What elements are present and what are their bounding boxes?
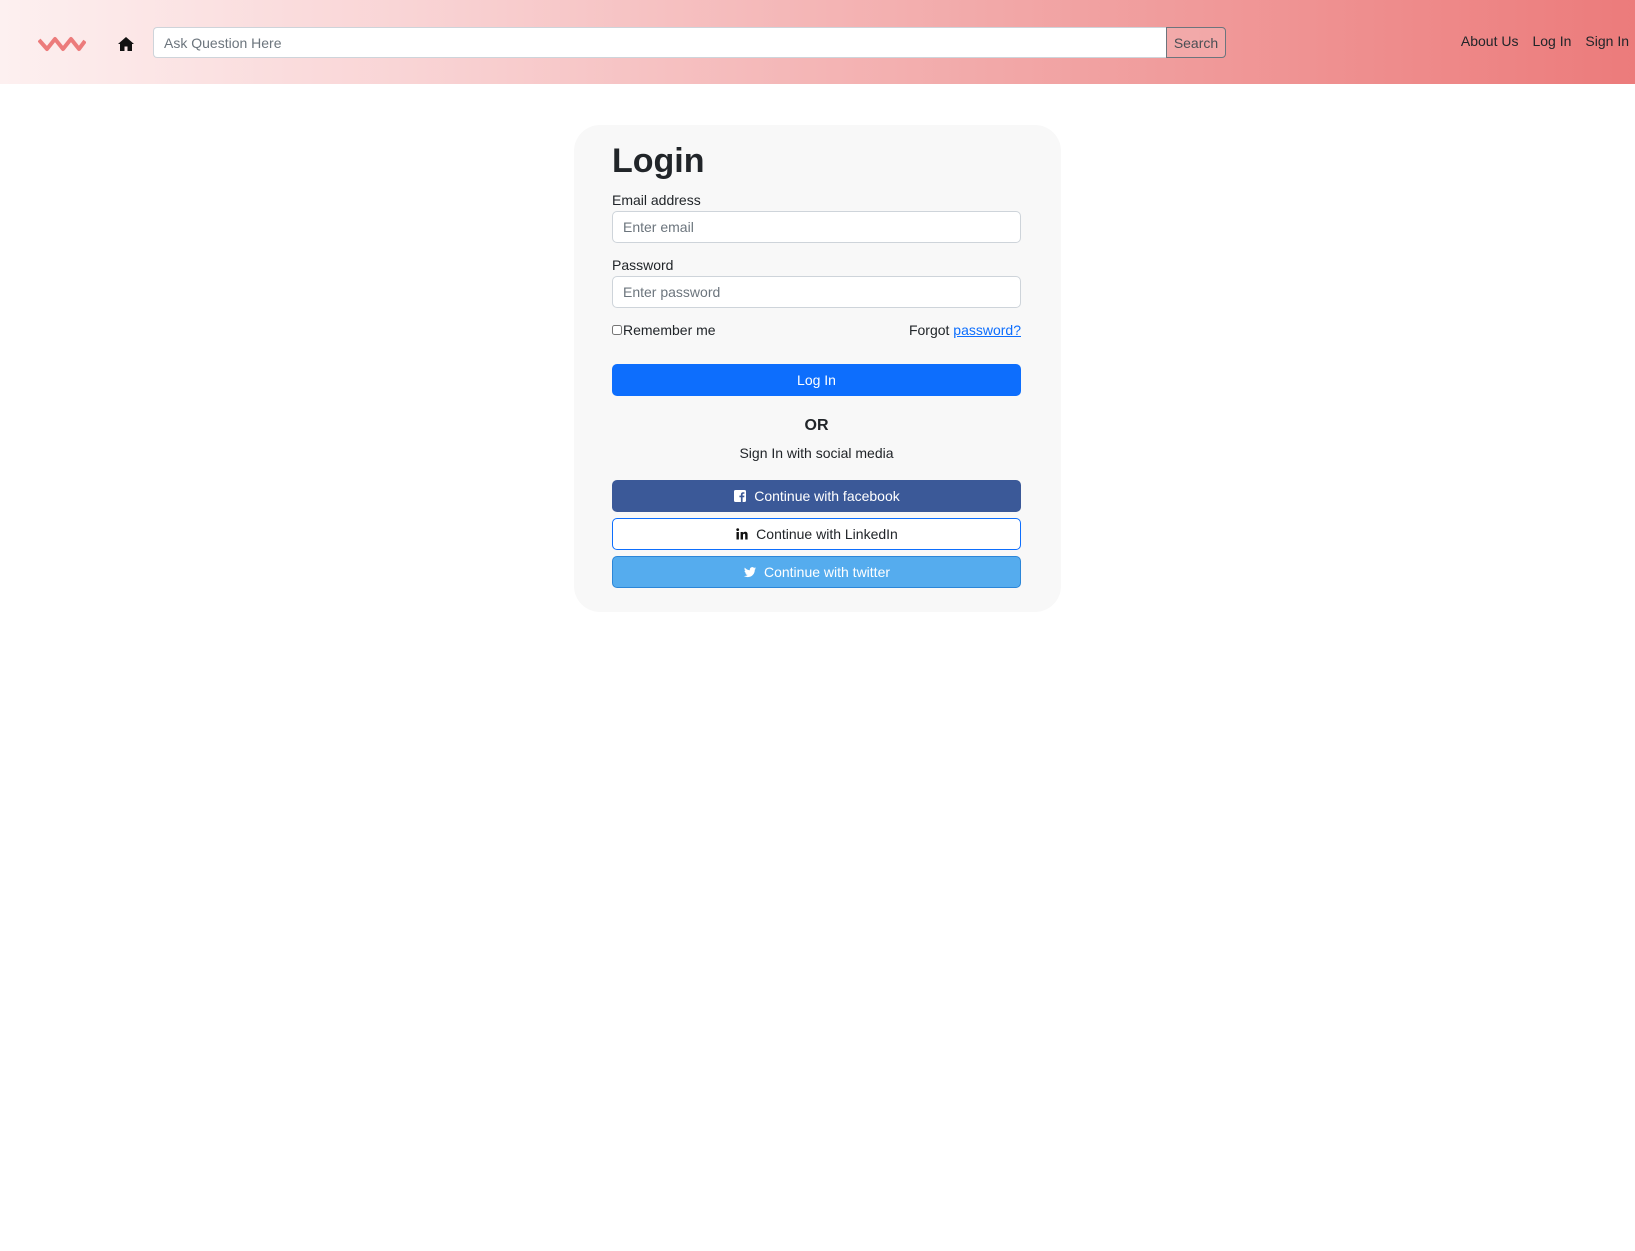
login-button[interactable]: Log In — [612, 364, 1021, 397]
forgot-password: Forgot password? — [909, 322, 1021, 338]
facebook-button-label: Continue with facebook — [754, 488, 900, 505]
wave-logo-icon[interactable] — [38, 34, 86, 54]
remember-me[interactable]: Remember me — [612, 322, 716, 338]
login-title: Login — [612, 142, 705, 180]
linkedin-icon — [735, 527, 749, 541]
twitter-button-label: Continue with twitter — [763, 564, 891, 581]
remember-checkbox[interactable] — [612, 325, 622, 336]
nav-about-us[interactable]: About Us — [1461, 33, 1519, 49]
login-options-row: Remember me Forgot password? — [612, 322, 1021, 338]
password-field[interactable] — [612, 276, 1021, 309]
twitter-icon — [743, 565, 757, 579]
facebook-button[interactable]: Continue with facebook — [612, 480, 1021, 513]
home-icon[interactable] — [116, 34, 136, 54]
forgot-password-link[interactable]: password? — [953, 322, 1021, 338]
email-label: Email address — [612, 192, 701, 209]
forgot-prefix: Forgot — [908, 322, 950, 339]
linkedin-button-label: Continue with LinkedIn — [756, 526, 898, 543]
linkedin-button[interactable]: Continue with LinkedIn — [612, 518, 1021, 551]
remember-label: Remember me — [623, 322, 716, 339]
social-signin-text: Sign In with social media — [739, 445, 894, 462]
or-divider: OR — [804, 417, 829, 435]
search-group: Search — [153, 27, 1226, 58]
login-form: Login Email address Password Remember me… — [612, 142, 1021, 589]
search-input[interactable] — [153, 27, 1166, 58]
nav-log-in[interactable]: Log In — [1532, 33, 1571, 49]
password-label: Password — [612, 257, 674, 274]
login-card: Login Email address Password Remember me… — [574, 125, 1061, 612]
search-button[interactable]: Search — [1166, 27, 1226, 58]
twitter-button[interactable]: Continue with twitter — [612, 556, 1021, 589]
nav-links: About Us Log In Sign In — [1461, 33, 1629, 49]
top-navbar: Search About Us Log In Sign In — [0, 0, 1635, 84]
facebook-icon — [733, 489, 747, 503]
email-field[interactable] — [612, 211, 1021, 244]
nav-sign-in[interactable]: Sign In — [1585, 33, 1629, 49]
